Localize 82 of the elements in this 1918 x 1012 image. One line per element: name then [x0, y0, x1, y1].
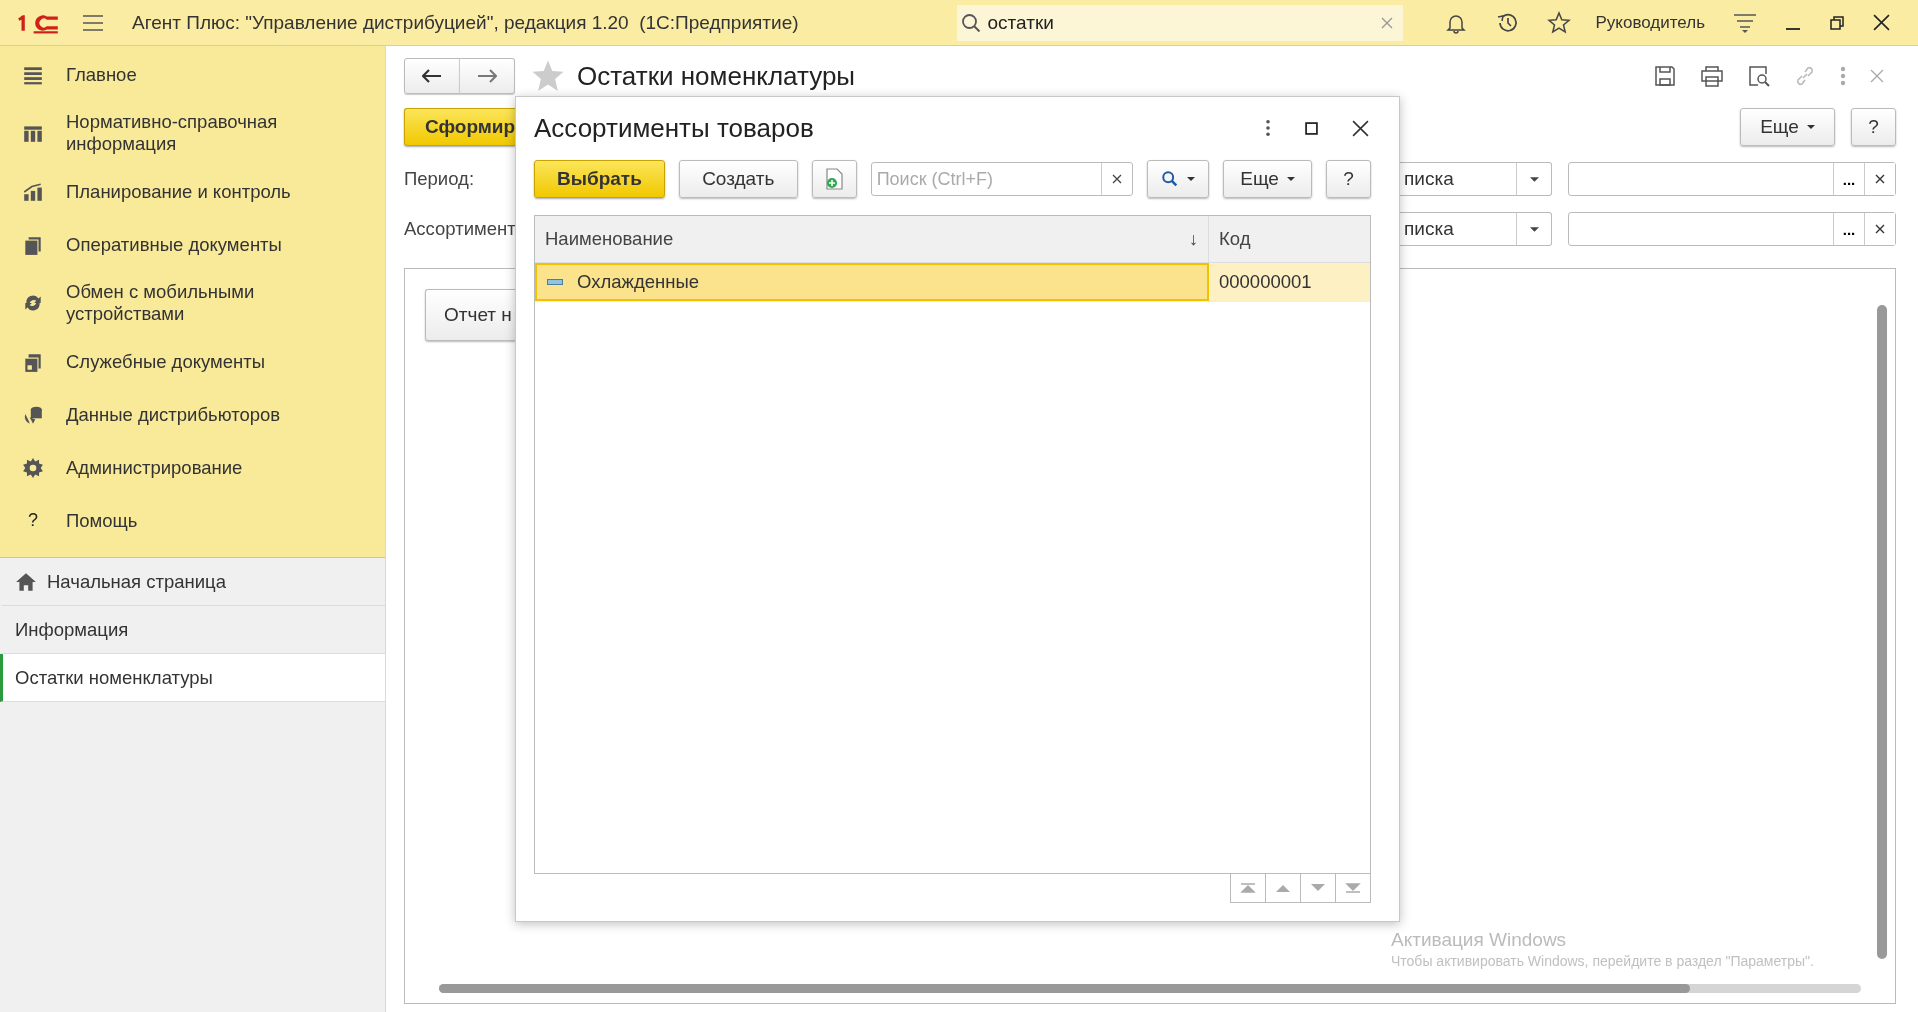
preview-icon[interactable]	[1748, 65, 1770, 87]
table-cell: Охлажденные	[535, 263, 1209, 301]
activation-note: Чтобы активировать Windows, перейдите в раздел "Параметры".	[1391, 953, 1814, 969]
sidebar-section[interactable]: Нормативно-справочная информация	[0, 101, 385, 165]
help-button[interactable]: ?	[1851, 108, 1896, 146]
save-icon[interactable]	[1654, 65, 1676, 87]
document-plus-icon	[824, 168, 845, 190]
down-icon	[1310, 884, 1326, 892]
open-window-tab[interactable]: Информация	[0, 606, 385, 654]
sidebar-section[interactable]: Данные дистрибьюторов	[0, 388, 385, 441]
print-icon[interactable]	[1700, 65, 1724, 87]
search-icon	[961, 12, 982, 33]
sidebar-section[interactable]: Главное	[0, 48, 385, 101]
column-header[interactable]: Наименование ↓	[535, 216, 1209, 262]
star-icon[interactable]	[1547, 10, 1572, 35]
value-field[interactable]: ...	[1568, 212, 1896, 246]
user-name[interactable]: Руководитель	[1595, 12, 1705, 33]
caret-icon	[1286, 177, 1295, 181]
create-button[interactable]: Создать	[678, 160, 798, 198]
table-row[interactable]: Охлажденные 000000001	[535, 263, 1370, 302]
maximize-icon[interactable]	[1305, 121, 1318, 135]
sync-icon	[22, 292, 44, 314]
more-button[interactable]: Еще	[1223, 160, 1313, 198]
last-icon	[1345, 883, 1361, 893]
clear-icon	[1875, 174, 1885, 184]
close-icon[interactable]	[1873, 14, 1890, 31]
last-button[interactable]	[1335, 873, 1371, 903]
forward-button[interactable]	[459, 58, 515, 94]
column-header[interactable]: Код	[1209, 216, 1359, 262]
search-field[interactable]: остатки	[957, 4, 1404, 41]
sidebar-section[interactable]: Оперативные документы	[0, 218, 385, 271]
more-button[interactable]: Еще	[1740, 108, 1835, 146]
dropdown-icon	[1529, 176, 1539, 182]
left-arrow-icon	[422, 69, 442, 83]
mode-dropdown[interactable]: писка	[1400, 162, 1552, 196]
generate-button[interactable]: Сформир	[404, 108, 515, 146]
right-arrow-icon	[477, 69, 497, 83]
gear-icon	[22, 456, 44, 479]
horizontal-scrollbar[interactable]	[439, 984, 1861, 993]
menu-icon[interactable]	[82, 13, 104, 32]
dialog-title: Ассортименты товаров	[534, 112, 814, 144]
open-window-tab[interactable]: Начальная страница	[0, 558, 385, 606]
form-title: Остатки номенклатуры	[577, 60, 856, 92]
caret-icon	[1806, 125, 1815, 129]
caret-icon	[1187, 177, 1196, 181]
open-window-tab[interactable]: Остатки номенклатуры	[0, 654, 385, 702]
report-button[interactable]: Отчет н	[425, 289, 515, 341]
restore-icon[interactable]	[1829, 14, 1845, 31]
table-cell-text: 000000001	[1218, 270, 1313, 294]
clear-icon[interactable]	[1381, 16, 1394, 29]
sidebar-section[interactable]: Обмен с мобильными устройствами	[0, 271, 385, 335]
search-icon	[1161, 170, 1180, 188]
first-icon	[1240, 883, 1256, 893]
back-button[interactable]	[404, 58, 460, 94]
app-title: Агент Плюс: "Управление дистрибуцией", редакция 1.20 (1С:Предприятие)	[132, 11, 799, 34]
clear-button[interactable]	[1864, 213, 1895, 245]
select-button[interactable]: Выбрать	[534, 160, 665, 198]
first-button[interactable]	[1230, 873, 1266, 903]
clear-icon	[1875, 224, 1885, 234]
help-button[interactable]: ?	[1326, 160, 1371, 198]
sidebar-section[interactable]: ? Помощь	[0, 494, 385, 547]
link-icon[interactable]	[1794, 65, 1816, 87]
add-copy-button[interactable]	[811, 160, 857, 198]
mode-dropdown[interactable]: писка	[1400, 212, 1552, 246]
more-icon[interactable]	[1265, 119, 1271, 137]
star-icon[interactable]	[531, 59, 565, 93]
sidebar-section[interactable]: Служебные документы	[0, 335, 385, 388]
close-icon[interactable]	[1352, 119, 1369, 137]
dropdown-icon	[1529, 226, 1539, 232]
activation-title: Активация Windows	[1391, 929, 1568, 951]
field-label: Период:	[404, 168, 475, 190]
filter-icon[interactable]	[1733, 11, 1757, 34]
clear-icon	[1112, 174, 1123, 184]
value-field[interactable]: ...	[1568, 162, 1896, 196]
up-icon	[1275, 884, 1291, 892]
sidebar-section[interactable]: Администрирование	[0, 441, 385, 494]
home-icon	[15, 571, 37, 592]
item-icon	[547, 279, 563, 285]
field-label: Ассортимент	[404, 218, 516, 240]
sidebar-section[interactable]: Планирование и контроль	[0, 165, 385, 218]
clear-button[interactable]	[1864, 163, 1895, 195]
search-button[interactable]	[1147, 160, 1210, 198]
